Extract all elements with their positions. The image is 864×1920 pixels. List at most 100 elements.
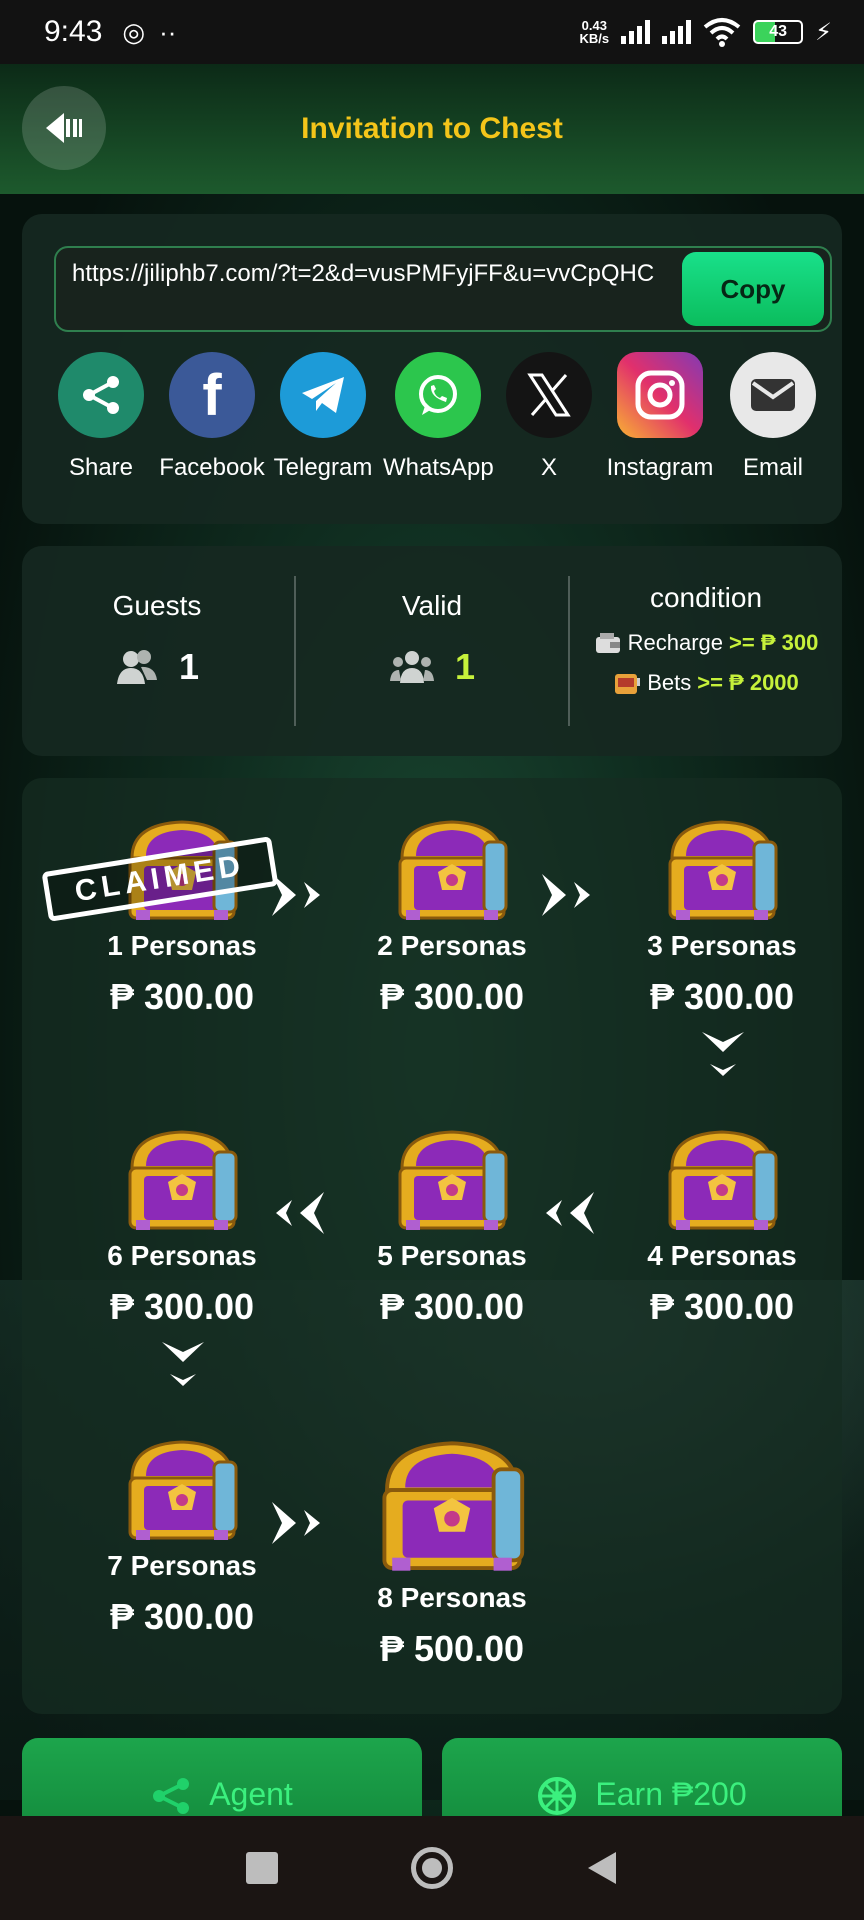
slot-machine-icon bbox=[615, 674, 641, 694]
home-button[interactable] bbox=[410, 1847, 453, 1889]
chest-personas-label: 6 Personas bbox=[107, 1240, 257, 1271]
guests-value: 1 bbox=[178, 646, 200, 687]
chest-amount: ₱ 300.00 bbox=[109, 976, 255, 1017]
share-label: Share bbox=[68, 454, 134, 481]
chest-personas-label: 2 Personas bbox=[377, 930, 527, 961]
treasure-chest-icon bbox=[352, 818, 552, 924]
treasure-chest-icon bbox=[82, 1128, 282, 1234]
more-notifications-icon: ·· bbox=[159, 16, 177, 47]
valid-stat: Valid 1 bbox=[296, 546, 568, 756]
bets-condition: Bets >= ₱ 2000 bbox=[570, 670, 842, 696]
recharge-requirement: >= ₱ 300 bbox=[729, 630, 819, 655]
treasure-chest-icon bbox=[622, 1128, 822, 1234]
chest-personas-label: 4 Personas bbox=[647, 1240, 797, 1271]
instagram-label: Instagram bbox=[606, 454, 714, 481]
flow-arrow-down-icon bbox=[158, 1338, 208, 1403]
invite-stats-card: Guests 1 Valid 1 condition Recharge >= ₱… bbox=[22, 546, 842, 756]
treasure-chest-icon bbox=[82, 1438, 282, 1544]
page-header: Invitation to Chest bbox=[0, 64, 864, 194]
signal-2-icon bbox=[662, 20, 692, 44]
chest-amount: ₱ 300.00 bbox=[109, 1596, 255, 1637]
share-item-facebook[interactable]: f Facebook bbox=[157, 352, 267, 482]
chest-item[interactable]: 5 Personas ₱ 300.00 bbox=[352, 1128, 552, 1328]
chest-amount: ₱ 300.00 bbox=[109, 1286, 255, 1327]
valid-value: 1 bbox=[454, 646, 476, 687]
recharge-label: Recharge bbox=[627, 630, 724, 655]
recharge-condition: Recharge >= ₱ 300 bbox=[570, 630, 842, 656]
net-speed: 0.43 KB/s bbox=[580, 19, 610, 45]
chest-item[interactable]: 7 Personas ₱ 300.00 bbox=[82, 1438, 282, 1638]
treasure-chest-icon bbox=[622, 818, 822, 924]
condition-label: condition bbox=[649, 582, 763, 613]
facebook-icon: f bbox=[169, 352, 255, 438]
back-button[interactable] bbox=[22, 86, 106, 170]
treasure-chest-icon bbox=[322, 1438, 582, 1576]
x-icon bbox=[506, 352, 592, 438]
chest-personas-label: 1 Personas bbox=[107, 930, 257, 961]
guests-label: Guests bbox=[112, 590, 202, 621]
group-icon bbox=[389, 651, 434, 683]
system-nav-bar bbox=[0, 1816, 864, 1920]
share-item-whatsapp[interactable]: WhatsApp bbox=[383, 352, 494, 482]
recents-button[interactable] bbox=[246, 1852, 279, 1884]
share-item-telegram[interactable]: Telegram bbox=[268, 352, 378, 482]
chest-item[interactable]: 6 Personas ₱ 300.00 bbox=[82, 1128, 282, 1328]
chest-amount: ₱ 300.00 bbox=[649, 1286, 795, 1327]
bets-label: Bets bbox=[647, 670, 692, 695]
chest-amount: ₱ 500.00 bbox=[379, 1628, 525, 1669]
flow-arrow-right-icon bbox=[268, 1498, 328, 1553]
signal-icon bbox=[621, 20, 651, 44]
notification-icon: ◎ bbox=[122, 16, 146, 47]
invite-link-box: https://jiliphb7.com/?t=2&d=vusPMFyjFF&u… bbox=[54, 246, 832, 332]
earn-label: Earn ₱200 bbox=[595, 1776, 747, 1812]
telegram-label: Telegram bbox=[273, 454, 373, 481]
users-icon bbox=[116, 650, 157, 684]
share-item-email[interactable]: Email bbox=[718, 352, 828, 482]
chest-amount: ₱ 300.00 bbox=[649, 976, 795, 1017]
back-arrow-icon bbox=[46, 113, 82, 143]
flow-arrow-right-icon bbox=[538, 870, 598, 925]
share-item-share[interactable]: Share bbox=[46, 352, 156, 482]
whatsapp-icon bbox=[395, 352, 481, 438]
share-icon bbox=[58, 352, 144, 438]
chest-item[interactable]: 8 Personas ₱ 500.00 bbox=[322, 1438, 582, 1670]
flow-arrow-right-icon bbox=[268, 870, 328, 925]
battery-icon: 43 bbox=[753, 20, 804, 44]
invite-link-card: https://jiliphb7.com/?t=2&d=vusPMFyjFF&u… bbox=[22, 214, 842, 524]
share-nodes-icon bbox=[153, 1778, 190, 1814]
chest-item[interactable]: 4 Personas ₱ 300.00 bbox=[622, 1128, 822, 1328]
bets-requirement: >= ₱ 2000 bbox=[697, 670, 799, 695]
chest-amount: ₱ 300.00 bbox=[379, 1286, 525, 1327]
chest-personas-label: 3 Personas bbox=[647, 930, 797, 961]
email-icon bbox=[730, 352, 816, 438]
page-title: Invitation to Chest bbox=[301, 112, 563, 145]
chest-item[interactable]: 2 Personas ₱ 300.00 bbox=[352, 818, 552, 1018]
chest-personas-label: 8 Personas bbox=[377, 1582, 527, 1613]
x-label: X bbox=[540, 454, 557, 481]
chest-personas-label: 7 Personas bbox=[107, 1550, 257, 1581]
wheel-icon bbox=[538, 1777, 577, 1815]
whatsapp-label: WhatsApp bbox=[383, 454, 494, 481]
agent-label: Agent bbox=[209, 1776, 293, 1812]
telegram-icon bbox=[280, 352, 366, 438]
copy-button[interactable]: Copy bbox=[682, 252, 824, 326]
chest-personas-label: 5 Personas bbox=[377, 1240, 527, 1271]
net-speed-unit: KB/s bbox=[579, 31, 610, 46]
share-item-x[interactable]: X bbox=[494, 352, 604, 482]
status-time: 9:43 bbox=[44, 15, 103, 48]
treasure-chest-icon bbox=[352, 1128, 552, 1234]
share-item-instagram[interactable]: Instagram bbox=[605, 352, 715, 482]
flow-arrow-left-icon bbox=[538, 1188, 598, 1243]
wifi-icon bbox=[703, 18, 741, 47]
wallet-icon bbox=[595, 633, 620, 653]
email-label: Email bbox=[742, 454, 803, 481]
chest-amount: ₱ 300.00 bbox=[379, 976, 525, 1017]
share-row: Share f Facebook Telegram WhatsApp X Ins… bbox=[46, 352, 846, 492]
valid-label: Valid bbox=[401, 590, 463, 621]
chest-item[interactable]: 1 Personas ₱ 300.00 CLAIMED bbox=[41, 818, 282, 1018]
chest-item[interactable]: 3 Personas ₱ 300.00 bbox=[622, 818, 822, 1018]
condition-stat: condition Recharge >= ₱ 300 Bets >= ₱ 20… bbox=[570, 546, 842, 756]
invite-link-text[interactable]: https://jiliphb7.com/?t=2&d=vusPMFyjFF&u… bbox=[72, 256, 662, 292]
back-nav-button[interactable] bbox=[586, 1850, 618, 1886]
facebook-label: Facebook bbox=[159, 454, 265, 481]
